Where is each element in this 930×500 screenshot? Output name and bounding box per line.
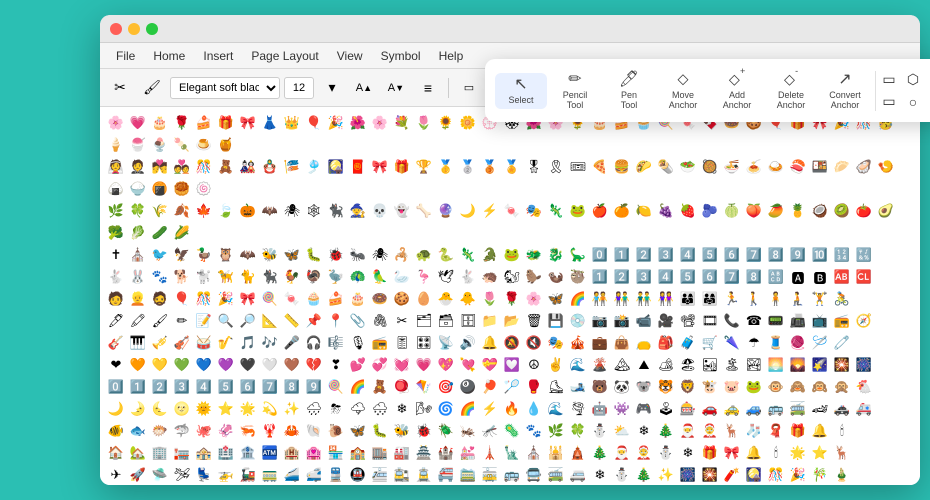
rectangle-tool-btn[interactable]: ▭	[455, 74, 483, 102]
add-anchor-tool[interactable]: ⬦+ AddAnchor	[711, 67, 763, 114]
pen-tools-row: ↖ Select ✏ PencilTool 🖊 PenTool ⬦ MoveAn…	[495, 67, 930, 114]
rect2-shape-btn[interactable]: ▭	[880, 93, 898, 111]
minimize-button[interactable]	[128, 23, 140, 35]
convert-anchor-icon: ↗	[838, 72, 851, 88]
title-bar	[100, 15, 920, 43]
pencil-icon: ✏	[568, 72, 581, 88]
font-decrease-button[interactable]: A▼	[382, 74, 410, 102]
shape-row-1: ▭ ⬡ ☆ ╱	[880, 71, 930, 89]
rect-shape-btn[interactable]: ▭	[880, 71, 898, 89]
shape-buttons-column: ▭ ⬡ ☆ ╱ ▭ ○ ⌒ ◎	[880, 71, 930, 111]
move-anchor-label: MoveAnchor	[669, 90, 698, 110]
emoji-row-8: 🎸🎹🎺🎻🥁🎷🎵🎶🎤🎧🎼🎙📻🎚🎛📡🔊🔔🔕🔇🎭🎪 💼👜👝🎒🧳🛒🌂☂🧵🧶🪡🧷	[106, 333, 914, 353]
pencil-tool[interactable]: ✏ PencilTool	[549, 68, 601, 114]
menu-insert[interactable]: Insert	[195, 47, 241, 65]
shape-row-2: ▭ ○ ⌒ ◎	[880, 93, 930, 111]
convert-anchor-tool[interactable]: ↗ ConvertAnchor	[819, 68, 871, 114]
add-anchor-icon: ⬦+	[729, 71, 745, 88]
emoji-row-2: 👰🤵💏💑🎊🧸🎎🪆🎏🎐🎑🧧🎀🎁🏆🥇🥈🥉🏅🎖🎗🎟 🍕🍔🌮🌯🥗🥘🍜🍝🍛🍣🍱🥟🦪🍤🍙🍚🍘…	[106, 157, 914, 199]
emoji-row-14: ✈🚀🛸🛩💺🚁🚂🚃🚄🚅🚆🚇🚈🚉🚊🚝🚞🚋🚌🚍🚎🚐 ❄⛄🎄✨🎆🎇🧨🎑🎊🎉🎋🎍	[106, 465, 914, 485]
delete-anchor-icon: ⬦-	[784, 71, 798, 88]
move-anchor-icon: ⬦	[677, 72, 688, 88]
menu-symbol[interactable]: Symbol	[373, 47, 429, 65]
canvas[interactable]: 🌸💗🎂🌹🍰🎁🎀👗👑🎈🎉🌺🌸💐🌷🌻🌼💮🏵🌺🌸🌻 🎂🍰🧁🍭🍬🍫🍩🍪🎈🎁🎀🎉🎊🥳🍦🍧🍨…	[100, 107, 920, 485]
emoji-row-13: 🏠🏡🏢🏣🏤🏥🏦🏧🏨🏩🏪🏫🏬🏭🏯🏰💒🗼🗽⛪🕌🛕 🎄🎅🤶⛄❄🎁🎀🔔🕯🌟⭐🦌	[106, 443, 914, 463]
align-button[interactable]: ≡	[414, 74, 442, 102]
delete-anchor-tool[interactable]: ⬦- DeleteAnchor	[765, 67, 817, 114]
select-tool[interactable]: ↖ Select	[495, 73, 547, 109]
delete-anchor-label: DeleteAnchor	[777, 90, 806, 110]
emoji-row-5: 🐇🐰🐾🐕🐩🦮🐈🐈‍⬛🐓🦃🦤🦚🦜🦢🦩🕊🐇🦔🐿🦫🦦🦥 1️⃣2️⃣3️⃣4️⃣5️⃣…	[106, 267, 914, 287]
font-size-dropdown[interactable]: ▾	[318, 74, 346, 102]
cut-button[interactable]: ✂	[106, 74, 134, 102]
menu-page-layout[interactable]: Page Layout	[243, 47, 326, 65]
format-painter-button[interactable]: 🖌	[138, 74, 166, 102]
pen-tool[interactable]: 🖊 PenTool	[603, 68, 655, 114]
move-anchor-tool[interactable]: ⬦ MoveAnchor	[657, 68, 709, 114]
pen-tools-panel: ↖ Select ✏ PencilTool 🖊 PenTool ⬦ MoveAn…	[485, 59, 930, 122]
font-size-input[interactable]	[284, 77, 314, 99]
hex-shape-btn[interactable]: ⬡	[904, 71, 922, 89]
content-area: 🌸💗🎂🌹🍰🎁🎀👗👑🎈🎉🌺🌸💐🌷🌻🌼💮🏵🌺🌸🌻 🎂🍰🧁🍭🍬🍫🍩🍪🎈🎁🎀🎉🎊🥳🍦🍧🍨…	[100, 107, 920, 485]
menu-help[interactable]: Help	[431, 47, 472, 65]
close-button[interactable]	[110, 23, 122, 35]
ft-separator	[875, 71, 876, 111]
maximize-button[interactable]	[146, 23, 158, 35]
pencil-label: PencilTool	[563, 90, 588, 110]
select-label: Select	[508, 95, 533, 105]
menu-view[interactable]: View	[329, 47, 371, 65]
emoji-row-11: 🌙🌛🌜🌝🌞⭐🌟💫✨🌧⛈🌩🌨❄🌬🌀🌈⚡🔥💧🌊🌪 🤖👾🎮🕹🎰🚗🚕🚙🚌🚎🏎🚓🚑	[106, 399, 914, 419]
add-anchor-label: AddAnchor	[723, 90, 752, 110]
emoji-row-4: ✝⛪🐦🦅🦆🦉🦇🐝🦋🐛🐞🐜🕷🦂🐢🐍🦎🐊🐸🐲🐉🦕 0️⃣1️⃣2️⃣3️⃣4️⃣5️…	[106, 245, 914, 265]
emoji-row-10: 0️⃣1️⃣2️⃣3️⃣4️⃣5️⃣6️⃣7️⃣8️⃣9️⃣🍭🌈🧸🪀🪁🎯🎱🏓🏸🥊…	[106, 377, 914, 397]
emoji-row-9: ❤🧡💛💚💙💜🖤🤍🤎💔❣💕💞💓💗💖💘💝💟☮✌🌊 🌋🏔⛰🏕🏖🏜🏝🏞🌅🌄🌠🎇🎆	[106, 355, 914, 375]
convert-anchor-label: ConvertAnchor	[829, 90, 861, 110]
select-icon: ↖	[514, 77, 527, 93]
font-selector[interactable]: Elegant soft black	[170, 77, 280, 99]
emoji-row-7: 🖊🖍🖌✏📝🔍🔎📐📏📌📍📎🖇✂🗂🗃🗄📁📂🗑💾💿 📷📸📹🎥📽🎞📞☎📟📠📺📻🧭	[106, 311, 914, 331]
emoji-row-12: 🐠🐟🐡🦈🐙🦑🦐🦞🦀🐚🐌🦋🐛🐝🐞🪲🦗🦟🦠🐾🌿🍀 ⛄⛅❄🎄🎅🤶🦌🧦🧣🎁🔔🕯	[106, 421, 914, 441]
pen-label: PenTool	[621, 90, 638, 110]
circle-shape-btn[interactable]: ○	[904, 93, 922, 111]
emoji-row-3: 🌿🍀🌾🍂🍁🍃🎃🦇🕷🕸🐈‍⬛🧙💀👻🦴🔮🌙⚡🍬🎭🦎🐸 🍎🍊🍋🍇🍓🫐🍈🍑🥭🍍🥥🥝🍅🥑🥦…	[106, 201, 914, 243]
emoji-row-6: 🧑👱🧔🎈🎊🎉🎀🍭🍬🧁🍰🎂🍩🍪🥚🐣🐥🌷🌹🌸🦋🌈 🧑‍🤝‍🧑👫👬👭👨‍👩‍👦👨‍👩‍…	[106, 289, 914, 309]
menu-home[interactable]: Home	[145, 47, 193, 65]
menu-file[interactable]: File	[108, 47, 143, 65]
toolbar-separator-1	[448, 78, 449, 98]
pen-icon: 🖊	[619, 72, 639, 88]
font-increase-button[interactable]: A▲	[350, 74, 378, 102]
emoji-grid-container: 🌸💗🎂🌹🍰🎁🎀👗👑🎈🎉🌺🌸💐🌷🌻🌼💮🏵🌺🌸🌻 🎂🍰🧁🍭🍬🍫🍩🍪🎈🎁🎀🎉🎊🥳🍦🍧🍨…	[100, 107, 920, 485]
